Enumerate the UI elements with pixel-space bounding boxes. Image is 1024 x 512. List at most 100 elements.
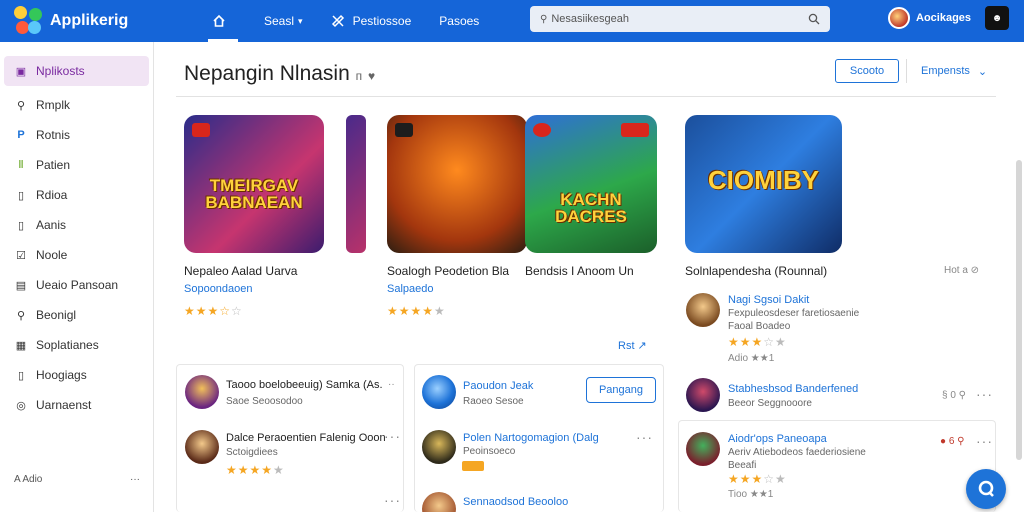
sidebar-item-ueaio[interactable]: ▤ Ueaio Pansoan [0, 270, 153, 300]
list-item-title[interactable]: Sennaodsod Beooloo [463, 496, 568, 508]
list-item-title[interactable]: Aiodr'ops Paneoapa [728, 433, 827, 445]
rating-stars: ★★★★★ [226, 463, 285, 477]
heart-icon[interactable]: ♥ [368, 69, 375, 83]
card-title[interactable]: Bendsis I Anoom Un [525, 264, 634, 278]
more-icon[interactable]: ··· [976, 433, 993, 449]
card-subtitle[interactable]: Salpaedo [387, 283, 434, 295]
header-button[interactable]: Scooto [835, 59, 899, 83]
sidebar-item-nplikosts[interactable]: ▣ Nplikosts [4, 56, 149, 86]
compass-icon: ◎ [16, 399, 26, 412]
sidebar-item-noole[interactable]: ☑ Noole [0, 240, 153, 270]
list-item-title[interactable]: Polen Nartogomagion (Dalg [463, 432, 599, 444]
card-title[interactable]: Soalogh Peodetion Bla [387, 264, 509, 278]
sidebar-item-label: Patien [36, 158, 71, 172]
list-item-title[interactable]: Paoudon Jeak [463, 380, 533, 392]
nav-item-pestiossoe[interactable]: Pestiossoe [331, 0, 411, 42]
sidebar-item-rmplk[interactable]: ⚲ Rmplk [0, 90, 153, 120]
card-title[interactable]: Nepaleo Aalad Uarva [184, 264, 297, 278]
avatar [686, 432, 720, 466]
featured-card-art[interactable]: CIOMIBY [685, 115, 842, 253]
sidebar-item-uarnaenst[interactable]: ◎ Uarnaenst [0, 390, 153, 420]
more-link[interactable]: Rst ↗ [618, 339, 647, 352]
sidebar-item-label: Aanis [36, 218, 67, 232]
bars-icon: ‖ [18, 159, 24, 171]
more-icon[interactable]: ··· [636, 429, 653, 445]
list-item-subtitle: Peoinsoeco [463, 446, 516, 457]
search-icon[interactable] [808, 13, 820, 25]
rating-stars: ★★★☆★ [728, 472, 787, 486]
tools-icon [331, 14, 344, 28]
nav-home[interactable] [208, 0, 238, 42]
more-icon[interactable]: ··· [130, 474, 140, 485]
brand[interactable]: Applikerig [0, 6, 160, 36]
card-art-text: TMEIRGAV BABNAEAN [205, 176, 303, 212]
nav-label: Seasl [264, 14, 295, 28]
featured-card-art-peek[interactable] [346, 115, 366, 253]
sidebar-item-label: Beonigl [36, 308, 77, 322]
list-item-tag: ·· [388, 379, 395, 390]
avatar [686, 293, 720, 327]
list-item-title[interactable]: Taooo boelobeeuig) Samka (As. [226, 379, 383, 391]
app-title: Applikerig [50, 12, 129, 29]
sort-label: Empensts [921, 65, 970, 77]
avatar [185, 375, 219, 409]
list-item-title[interactable]: Dalce Peraoentien Falenig Ooon [226, 432, 386, 444]
sidebar-item-soplatianes[interactable]: ▦ Soplatianes [0, 330, 153, 360]
check-icon: ☑ [16, 249, 26, 262]
featured-card-art[interactable]: TMEIRGAV BABNAEAN [184, 115, 324, 253]
divider [176, 96, 996, 97]
card-art-text: CIOMIBY [707, 165, 820, 195]
chat-fab-button[interactable] [966, 469, 1006, 509]
page-title: Nepangin Nlnasin п ♥ [184, 62, 375, 86]
chevron-down-icon: ▾ [298, 15, 303, 26]
sidebar-item-rdioa[interactable]: ▯ Rdioa [0, 180, 153, 210]
featured-card-art[interactable] [387, 115, 527, 253]
card-subtitle[interactable]: Sopoondaoen [184, 283, 253, 295]
sidebar-item-label: Uarnaenst [36, 398, 92, 412]
doc-icon: ▯ [17, 369, 25, 382]
sidebar-item-label: Rmplk [36, 98, 71, 112]
status-badge [462, 461, 484, 471]
sort-dropdown[interactable]: Empensts ⌄ [906, 59, 987, 83]
app-logo-icon [14, 6, 44, 36]
sidebar-item-label: Hoogiags [36, 368, 87, 382]
more-icon[interactable]: ··· [976, 386, 993, 402]
list-item-title[interactable]: Stabhesbsod Banderfened [728, 383, 858, 395]
featured-card-art[interactable]: KACHN DACRES [525, 115, 657, 253]
side-list-box [678, 420, 996, 512]
user-menu[interactable]: Aocikages ☻ [888, 6, 1010, 30]
sidebar-item-hoogiags[interactable]: ▯ Hoogiags [0, 360, 153, 390]
sidebar-footer[interactable]: A Adio ··· [14, 474, 140, 485]
doc-icon: ▤ [15, 279, 27, 292]
sidebar-item-rotnis[interactable]: P Rotnis [0, 120, 153, 150]
badge-icon [621, 123, 649, 137]
nav-label: Pasoes [439, 14, 480, 28]
list-item-line: Aeriv Atiebodeos faederiosiene [728, 447, 866, 458]
more-icon[interactable]: ··· [384, 492, 401, 508]
nav-item-seasl[interactable]: Seasl ▾ [264, 0, 303, 42]
account-badge-icon[interactable]: ☻ [985, 6, 1010, 30]
sidebar-item-label: Nplikosts [36, 64, 85, 78]
list-item-line: Beeafi [728, 460, 757, 471]
more-icon[interactable]: ··· [384, 428, 401, 444]
sidebar-item-beonigl[interactable]: ⚲ Beonigl [0, 300, 153, 330]
avatar [422, 375, 456, 409]
list-item-line: Beeor Seggnooore [728, 398, 812, 409]
sidebar-footer-label: A Adio [14, 474, 43, 485]
sidebar-item-label: Ueaio Pansoan [36, 278, 119, 292]
rating-stars: ★★★★★ [387, 304, 446, 318]
nav-item-pasoes[interactable]: Pasoes [439, 0, 479, 42]
sidebar-item-patien[interactable]: ‖ Patien [0, 150, 153, 180]
scrollbar[interactable] [1016, 160, 1022, 460]
search-input[interactable]: ⚲ Nesasiikesgeah [530, 6, 830, 32]
sidebar-item-aanis[interactable]: ▯ Aanis [0, 210, 153, 240]
list-action-button[interactable]: Pangang [586, 377, 656, 403]
list-item-subtitle: Sctoigdiees [226, 447, 278, 458]
p-icon: P [17, 129, 25, 141]
avatar [686, 378, 720, 412]
list-item-title[interactable]: Nagi Sgsoi Dakit [728, 294, 809, 306]
card-title[interactable]: Solnlapendesha (Rounnal) [685, 264, 827, 278]
badge-icon [395, 123, 413, 137]
avatar [185, 430, 219, 464]
home-icon [213, 14, 225, 27]
